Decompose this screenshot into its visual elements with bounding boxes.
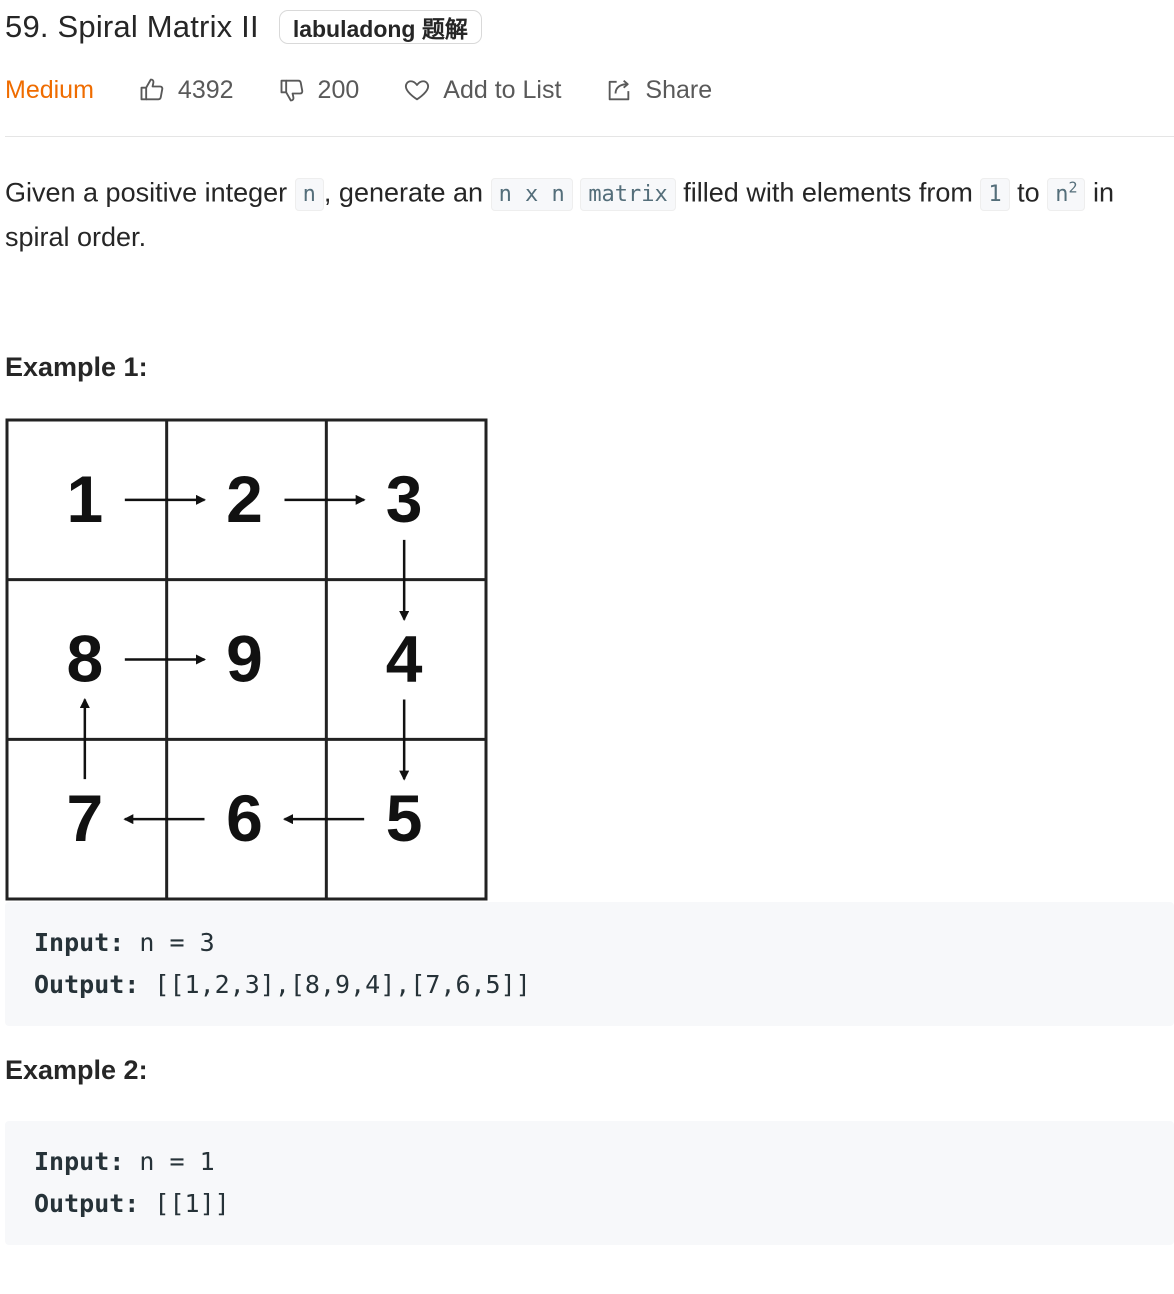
inline-code: n <box>294 178 324 212</box>
header-divider <box>5 136 1174 137</box>
like-count: 4392 <box>177 75 234 104</box>
add-to-list-label: Add to List <box>443 75 562 104</box>
output-label: Output: <box>34 1189 140 1218</box>
example-1-input: Input: n = 3 <box>34 922 1145 964</box>
inline-code-n-squared: n2 <box>1047 178 1086 212</box>
description-text: Given a positive integer <box>5 177 295 208</box>
matrix-cell-value: 6 <box>226 781 263 855</box>
inline-code: n x n <box>490 178 573 212</box>
thumbs-up-icon <box>140 78 164 101</box>
matrix-cell-value: 5 <box>386 781 423 855</box>
input-label: Input: <box>34 928 125 957</box>
matrix-cell-value: 1 <box>66 462 103 536</box>
matrix-cell-value: 2 <box>226 462 263 536</box>
output-value: [[1,2,3],[8,9,4],[7,6,5]] <box>154 970 531 999</box>
inline-code: matrix <box>580 178 676 212</box>
input-label: Input: <box>34 1147 125 1176</box>
problem-meta: Medium 4392 200 Add to List Share <box>5 70 756 110</box>
input-value: n = 3 <box>139 928 215 957</box>
spiral-matrix-figure: 1 2 3 8 9 4 7 6 5 <box>5 418 488 901</box>
output-label: Output: <box>34 970 140 999</box>
matrix-cell-value: 4 <box>386 622 423 696</box>
title-row: 59. Spiral Matrix II labuladong 题解 <box>5 6 482 48</box>
dislike-button[interactable]: 200 <box>278 75 360 105</box>
heart-icon <box>405 80 430 101</box>
like-button[interactable]: 4392 <box>138 76 234 105</box>
matrix-cell-value: 3 <box>386 462 423 536</box>
example-1-title: Example 1: <box>5 352 148 382</box>
dislike-count: 200 <box>317 75 360 104</box>
description-text: to <box>1009 177 1048 208</box>
output-value: [[1]] <box>154 1189 230 1218</box>
input-value: n = 1 <box>139 1147 215 1176</box>
solution-tag-button[interactable]: labuladong 题解 <box>278 10 482 44</box>
share-icon <box>609 79 630 101</box>
example-2-output: Output: [[1]] <box>34 1183 1145 1225</box>
example-2-title: Example 2: <box>5 1055 148 1085</box>
example-2-input: Input: n = 1 <box>34 1141 1145 1183</box>
example-1-code: Input: n = 3 Output: [[1,2,3],[8,9,4],[7… <box>5 902 1174 1026</box>
superscript: 2 <box>1068 179 1078 197</box>
description-text: , generate an <box>323 177 491 208</box>
difficulty-label: Medium <box>5 75 94 104</box>
add-to-list-button[interactable]: Add to List <box>403 76 561 105</box>
inline-code-base: n <box>1055 182 1069 208</box>
example-1-output: Output: [[1,2,3],[8,9,4],[7,6,5]] <box>34 964 1145 1006</box>
inline-code: 1 <box>980 178 1010 212</box>
problem-description: Given a positive integer n, generate an … <box>5 167 1165 258</box>
thumbs-down-icon <box>280 79 303 102</box>
matrix-cell-value: 8 <box>66 622 103 696</box>
problem-title: 59. Spiral Matrix II <box>5 9 259 44</box>
description-text: filled with elements from <box>675 177 981 208</box>
share-label: Share <box>645 75 713 104</box>
share-button[interactable]: Share <box>605 76 712 105</box>
matrix-cell-value: 7 <box>66 781 103 855</box>
matrix-cell-value: 9 <box>226 622 263 696</box>
example-2-code: Input: n = 1 Output: [[1]] <box>5 1121 1174 1245</box>
